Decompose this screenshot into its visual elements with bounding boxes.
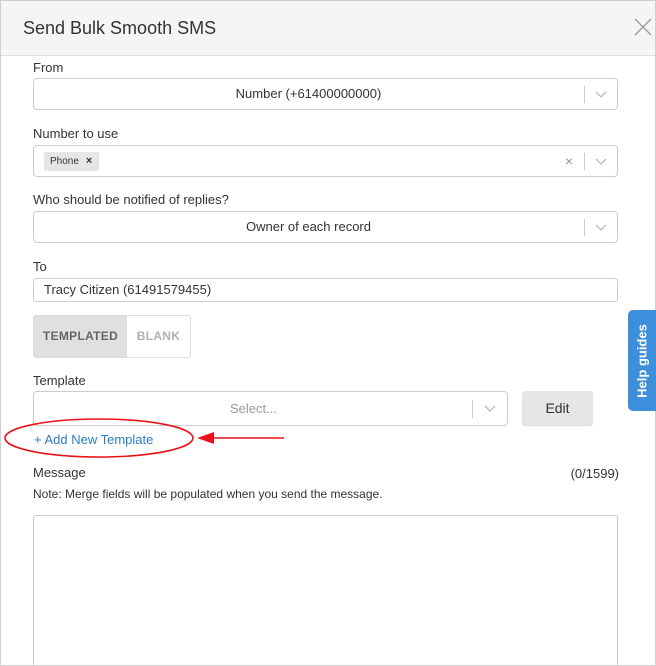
chevron-down-icon[interactable] bbox=[484, 402, 496, 414]
chevron-down-icon[interactable] bbox=[595, 88, 607, 100]
help-guides-tab[interactable]: Help guides bbox=[628, 310, 656, 411]
divider bbox=[584, 86, 585, 103]
template-placeholder: Select... bbox=[230, 401, 277, 416]
clear-icon[interactable]: × bbox=[565, 153, 573, 169]
template-label: Template bbox=[33, 373, 86, 388]
template-select[interactable]: Select... bbox=[33, 391, 508, 426]
add-new-template-link[interactable]: + Add New Template bbox=[34, 432, 153, 447]
to-label: To bbox=[33, 259, 47, 274]
templated-toggle-button[interactable]: TEMPLATED bbox=[34, 316, 127, 357]
divider bbox=[584, 153, 585, 170]
dialog-title: Send Bulk Smooth SMS bbox=[23, 18, 217, 38]
notify-select[interactable]: Owner of each record bbox=[33, 211, 618, 243]
phone-tag-label: Phone bbox=[50, 156, 79, 167]
notify-value: Owner of each record bbox=[245, 219, 371, 234]
message-label: Message bbox=[33, 465, 86, 480]
edit-template-button[interactable]: Edit bbox=[522, 391, 593, 425]
number-to-use-label: Number to use bbox=[33, 126, 119, 141]
chevron-down-icon[interactable] bbox=[595, 221, 607, 233]
message-char-counter: (0/1599) bbox=[570, 466, 619, 481]
mode-toggle: TEMPLATED BLANK bbox=[33, 315, 191, 358]
divider bbox=[472, 400, 473, 418]
to-input[interactable]: Tracy Citizen (61491579455) bbox=[33, 278, 618, 302]
chevron-down-icon[interactable] bbox=[595, 155, 607, 167]
merge-fields-note: Note: Merge fields will be populated whe… bbox=[33, 487, 383, 501]
number-to-use-select[interactable]: Phone × × bbox=[33, 145, 618, 177]
close-icon[interactable] bbox=[631, 15, 655, 39]
dialog-header: Send Bulk Smooth SMS bbox=[1, 1, 655, 56]
notify-label: Who should be notified of replies? bbox=[33, 192, 229, 207]
from-label: From bbox=[33, 60, 64, 75]
phone-tag: Phone × bbox=[44, 152, 100, 171]
send-sms-dialog: Send Bulk Smooth SMS From Number (+61400… bbox=[0, 0, 656, 666]
help-guides-label: Help guides bbox=[634, 323, 650, 398]
tag-remove-icon[interactable]: × bbox=[86, 155, 92, 167]
from-value: Number (+61400000000) bbox=[235, 86, 382, 101]
message-textarea[interactable] bbox=[33, 515, 618, 665]
from-select[interactable]: Number (+61400000000) bbox=[33, 78, 618, 110]
divider bbox=[584, 219, 585, 236]
blank-toggle-button[interactable]: BLANK bbox=[127, 316, 190, 357]
